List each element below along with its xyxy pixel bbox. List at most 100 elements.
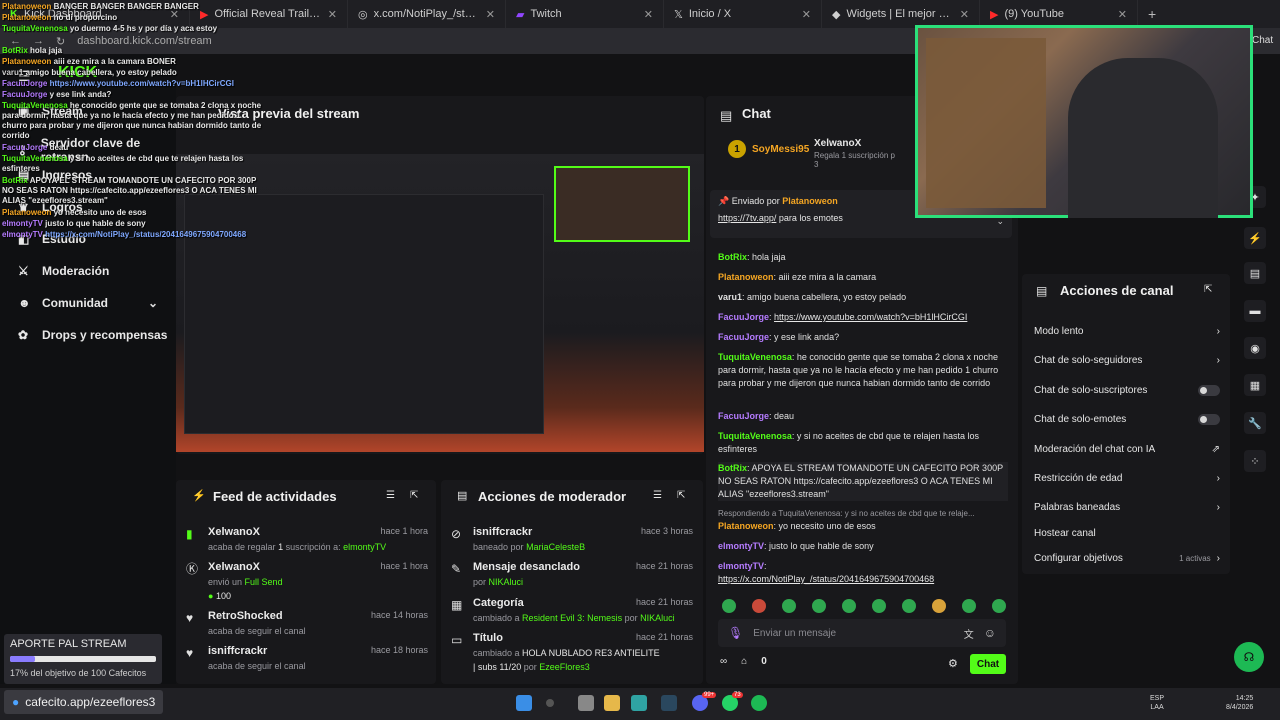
unpin-icon: ✎ [451, 562, 462, 576]
emote-button[interactable] [902, 599, 916, 613]
channel-action-goals[interactable]: Configurar objetivos 1 activas › [1034, 553, 1220, 564]
clock[interactable]: 14:25 8/4/2026 [1226, 694, 1253, 712]
close-icon[interactable]: ✕ [486, 8, 495, 21]
webcam-overlay [915, 25, 1253, 218]
spotify-icon[interactable] [751, 695, 767, 711]
mic-icon[interactable]: 🎙 [728, 626, 743, 640]
file-explorer-icon[interactable] [578, 695, 594, 711]
tab-twitch[interactable]: ▰ Twitch ✕ [506, 0, 664, 28]
gifter-count: 3 [814, 160, 819, 169]
feed-title: Feed de actividades [213, 489, 337, 504]
folder-icon[interactable] [604, 695, 620, 711]
emote-button[interactable] [782, 599, 796, 613]
emote-button[interactable] [752, 599, 766, 613]
kicks-icon: Ⓚ [186, 562, 199, 576]
steam-icon[interactable] [661, 695, 677, 711]
chat-icon: ▤ [720, 108, 733, 123]
tab-x-status[interactable]: ◎x.com/NotiPlay_/status/20416496✕ [348, 0, 506, 28]
chat-message: elmontyTV: https://x.com/NotiPlay_/status… [718, 561, 935, 584]
title-icon: ▭ [451, 633, 463, 647]
rail-broadcast-button[interactable]: ◉ [1244, 337, 1266, 359]
pinned-link[interactable]: https://7tv.app/ [718, 213, 776, 223]
sword-icon: ⚔ [18, 264, 29, 278]
rail-lightning-button[interactable]: ⚡ [1244, 227, 1266, 249]
chevron-down-icon: ⌄ [147, 296, 158, 310]
infinity-icon[interactable]: ∞ [720, 656, 727, 667]
emote-button[interactable] [842, 599, 856, 613]
channel-action-followers-only[interactable]: Chat de solo-seguidores › [1034, 355, 1220, 366]
rail-wrench-button[interactable]: 🔧 [1244, 412, 1266, 434]
chat-input-box[interactable]: 🎙 Enviar un mensaje 文 ☺ [718, 619, 1006, 647]
gifter-rank-badge: 1 [728, 140, 746, 158]
sidebar-item-community[interactable]: ☻ Comunidad ⌄ [18, 296, 158, 310]
filter-icon[interactable]: ☰ [653, 490, 662, 501]
channel-action-banned-words[interactable]: Palabras baneadas › [1034, 502, 1220, 513]
rail-chat-button[interactable]: ▬ [1244, 300, 1266, 322]
chevron-right-icon: › [1216, 355, 1220, 366]
send-chat-button[interactable]: Chat [970, 654, 1006, 674]
rail-apps-button[interactable]: ⁘ [1244, 450, 1266, 472]
emote-button[interactable] [722, 599, 736, 613]
close-icon[interactable]: ✕ [328, 8, 337, 21]
gifter-name[interactable]: SoyMessi95 [752, 144, 809, 155]
gift-icon[interactable]: ⌂ [741, 656, 747, 667]
tab-youtube[interactable]: ▶ (9) YouTube ✕ [980, 0, 1138, 28]
sidebar-item-drops[interactable]: ✿ Drops y recompensas [18, 328, 167, 342]
close-icon[interactable]: ✕ [802, 8, 811, 21]
widgets-icon: ◆ [832, 8, 841, 21]
chat-input[interactable]: Enviar un mensaje [753, 628, 954, 639]
channel-action-slow-mode[interactable]: Modo lento › [1034, 326, 1220, 337]
popout-icon[interactable]: ⇱ [410, 490, 418, 501]
windows-start-icon[interactable] [516, 695, 532, 711]
emote-button[interactable] [812, 599, 826, 613]
browser-icon[interactable] [631, 695, 647, 711]
emote-button[interactable] [872, 599, 886, 613]
tab-x-home[interactable]: 𝕏 Inicio / X ✕ [664, 0, 822, 28]
popout-icon[interactable]: ⇱ [1204, 284, 1212, 295]
popout-icon[interactable]: ⇱ [677, 490, 685, 501]
mod-action-item: ✎ Mensaje desanclado por NIKAluci hace 2… [451, 561, 693, 587]
chat-message: TuquitaVenenosa: y si no aceites de cbd … [718, 431, 979, 454]
sidebar-item-moderation[interactable]: ⚔ Moderación [18, 264, 109, 278]
language-indicator[interactable]: ESP LAA [1150, 694, 1164, 712]
tab-widgets[interactable]: ◆Widgets | El mejor software para✕ [822, 0, 980, 28]
category-icon: ▦ [451, 598, 463, 612]
gifter-name[interactable]: XelwanoX [814, 138, 895, 149]
lightning-icon: ⚡ [192, 490, 206, 502]
channel-action-emotes-only: Chat de solo-emotes [1034, 414, 1220, 425]
close-icon[interactable]: ✕ [960, 8, 969, 21]
chevron-right-icon: › [1216, 473, 1220, 484]
overlay-chat-line: elmontyTV justo lo que hable de sony [2, 219, 146, 228]
channel-action-age-restriction[interactable]: Restricción de edad › [1034, 473, 1220, 484]
feed-item: Ⓚ XelwanoX envió un Full Send ● 100 hace… [186, 561, 428, 601]
overlay-chat-line: BotRix hola jaja [2, 46, 63, 55]
chat-message: FacuuJorge: https://www.youtube.com/watc… [718, 312, 968, 322]
channel-action-ai-moderation[interactable]: Moderación del chat con IA ⇗ [1034, 444, 1220, 455]
heart-icon: ♥ [186, 646, 194, 660]
chat-title: Chat [742, 106, 771, 121]
support-button[interactable]: ☊ [1234, 642, 1264, 672]
gear-icon[interactable]: ⚙ [948, 657, 958, 670]
emote-button[interactable] [962, 599, 976, 613]
goals-badge: 1 activas [1179, 554, 1211, 563]
close-icon[interactable]: ✕ [644, 8, 653, 21]
translate-icon[interactable]: 文 [964, 626, 974, 641]
subs-only-toggle[interactable] [1198, 385, 1220, 396]
new-tab-button[interactable]: + [1138, 6, 1166, 22]
emotes-only-toggle[interactable] [1198, 414, 1220, 425]
goal-bar-fill [10, 656, 35, 662]
emote-button[interactable] [932, 599, 946, 613]
feed-item: ▮ XelwanoX acaba de regalar 1 suscripció… [186, 526, 428, 552]
channel-action-host[interactable]: Hostear canal [1034, 528, 1220, 539]
emote-button[interactable] [992, 599, 1006, 613]
rail-layout-button[interactable]: ▦ [1244, 374, 1266, 396]
overlay-chat-line: TuquitaVenenosa yo duermo 4-5 hs y por d… [2, 24, 218, 33]
rail-clipboard-button[interactable]: ▤ [1244, 262, 1266, 284]
emoji-icon[interactable]: ☺ [984, 626, 996, 640]
search-icon[interactable] [546, 699, 554, 707]
people-icon: ☻ [18, 296, 31, 310]
filter-icon[interactable]: ☰ [386, 490, 395, 501]
close-icon[interactable]: ✕ [1118, 8, 1127, 21]
chat-shortcut[interactable]: Chat [1252, 35, 1273, 46]
mod-action-item: ⊘ isniffcrackr baneado por MariaCelesteB… [451, 526, 693, 552]
